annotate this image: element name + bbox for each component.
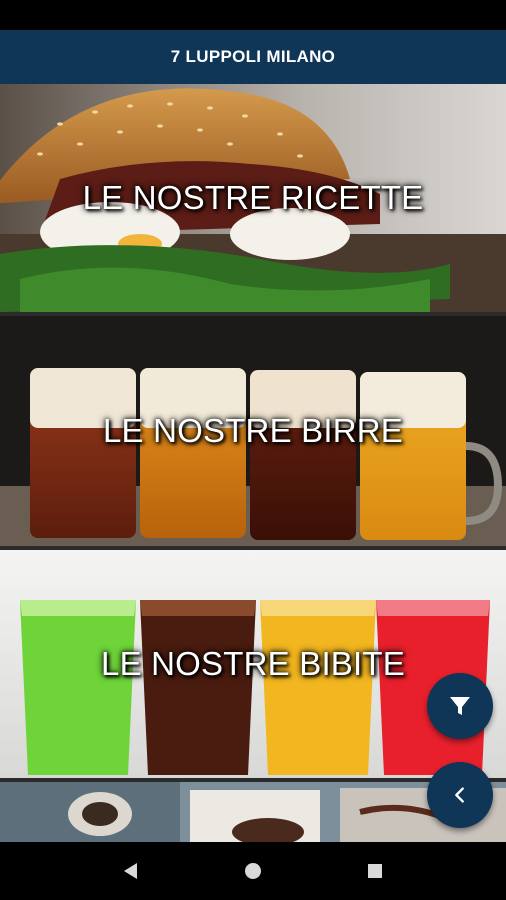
app-title: 7 LUPPOLI MILANO (170, 47, 336, 66)
app-screen: 7 LUPPOLI MILANO LE NOSTRE RICETTE LE NO… (0, 0, 506, 900)
status-bar (0, 0, 506, 30)
back-fab-button[interactable] (427, 762, 493, 828)
tile-recipes[interactable]: LE NOSTRE RICETTE (0, 84, 506, 312)
filter-button[interactable] (427, 673, 493, 739)
triangle-back-icon (124, 863, 137, 879)
tile-drinks[interactable]: LE NOSTRE BIBITE (0, 550, 506, 778)
tile-recipes-label: LE NOSTRE RICETTE (82, 179, 424, 216)
app-bar: 7 LUPPOLI MILANO (0, 30, 506, 84)
nav-home-button[interactable] (233, 851, 273, 891)
square-recents-icon (368, 864, 382, 878)
nav-back-button[interactable] (111, 851, 151, 891)
chevron-left-icon (455, 787, 464, 803)
tile-drinks-label: LE NOSTRE BIBITE (101, 645, 405, 682)
funnel-icon (450, 697, 470, 715)
tile-beers-label: LE NOSTRE BIRRE (102, 412, 404, 449)
tile-beers[interactable]: LE NOSTRE BIRRE (0, 316, 506, 546)
circle-home-icon (245, 863, 261, 879)
navigation-bar (0, 842, 506, 900)
nav-recents-button[interactable] (355, 851, 395, 891)
